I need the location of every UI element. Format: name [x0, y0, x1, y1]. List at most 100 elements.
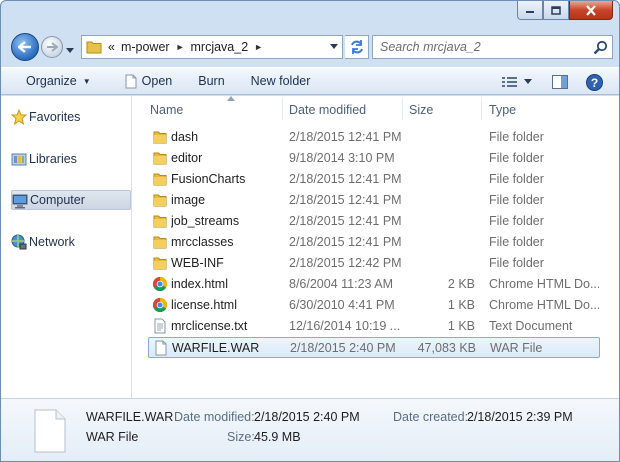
chrome-icon: [152, 276, 168, 292]
refresh-icon: [350, 40, 363, 54]
navigation-bar: « m-power ► mrcjava_2 ►: [9, 33, 613, 61]
column-header-label: Size: [409, 103, 434, 117]
change-view-button[interactable]: [502, 71, 518, 93]
recent-pages-button[interactable]: [66, 43, 74, 57]
refresh-button[interactable]: [345, 35, 369, 59]
column-header-label: Type: [489, 103, 517, 117]
file-name: image: [171, 193, 206, 207]
address-segment-m-power[interactable]: m-power: [121, 40, 170, 54]
maximize-button[interactable]: [543, 1, 569, 20]
details-modified-label: Date modified:: [174, 410, 255, 424]
file-date-modified: 12/16/2014 10:19 ...: [289, 319, 401, 333]
file-type: File folder: [489, 172, 544, 186]
blank-file-icon: [153, 340, 169, 356]
address-separator[interactable]: ►: [176, 42, 185, 52]
column-header-size[interactable]: Size: [409, 98, 479, 122]
close-button[interactable]: [569, 1, 613, 20]
details-created-label: Date created:: [393, 410, 469, 424]
maximize-icon: [551, 5, 561, 15]
file-name: license.html: [171, 298, 237, 312]
chevron-down-icon: [524, 79, 532, 84]
search-box[interactable]: [372, 35, 613, 59]
file-name: FusionCharts: [171, 172, 246, 186]
nav-item-libraries[interactable]: Libraries: [11, 149, 131, 169]
file-date-modified: 2/18/2015 12:41 PM: [289, 172, 401, 186]
organize-label: Organize: [26, 74, 77, 88]
burn-button[interactable]: Burn: [191, 70, 231, 92]
open-label: Open: [141, 74, 173, 88]
help-icon: ?: [586, 73, 603, 91]
file-type: File folder: [489, 256, 544, 270]
search-input[interactable]: [380, 40, 580, 54]
file-row-job-streams[interactable]: job_streams 2/18/2015 12:41 PM File folder: [148, 211, 600, 232]
minimize-button[interactable]: [517, 1, 543, 20]
details-view-icon: [502, 77, 517, 87]
column-divider[interactable]: [481, 98, 482, 120]
nav-item-favorites[interactable]: Favorites: [11, 107, 131, 127]
file-name: job_streams: [171, 214, 240, 228]
file-row-fusioncharts[interactable]: FusionCharts 2/18/2015 12:41 PM File folde…: [148, 169, 600, 190]
file-row-mrclicense-txt[interactable]: mrclicense.txt 12/16/2014 10:19 ... 1 KB Te…: [148, 316, 600, 337]
library-icon: [11, 153, 27, 166]
file-size: 1 KB: [447, 319, 475, 333]
text-file-icon: [152, 318, 168, 334]
file-row-editor[interactable]: editor 9/18/2014 3:10 PM File folder: [148, 148, 600, 169]
column-divider[interactable]: [282, 98, 283, 120]
file-name: WARFILE.WAR: [172, 341, 260, 355]
new-folder-button[interactable]: New folder: [244, 70, 318, 92]
folder-icon: [86, 41, 102, 54]
file-row-warfile-war[interactable]: WARFILE.WAR 2/18/2015 2:40 PM 47,083 KB WAR…: [148, 337, 600, 358]
details-size-label: Size:: [227, 430, 255, 444]
address-bar[interactable]: « m-power ► mrcjava_2 ►: [81, 35, 343, 59]
chevron-down-icon[interactable]: [330, 44, 338, 50]
file-row-mrcclasses[interactable]: mrcclasses 2/18/2015 12:41 PM File folder: [148, 232, 600, 253]
column-header-type[interactable]: Type: [489, 98, 599, 122]
organize-button[interactable]: Organize ▼: [19, 70, 98, 92]
file-type: File folder: [489, 214, 544, 228]
file-date-modified: 2/18/2015 2:40 PM: [290, 341, 396, 355]
details-file-type: WAR File: [86, 430, 139, 444]
folder-icon: [152, 255, 168, 271]
file-row-dash[interactable]: dash 2/18/2015 12:41 PM File folder: [148, 127, 600, 148]
close-icon: [586, 4, 596, 16]
column-header-name[interactable]: Name: [150, 96, 286, 122]
nav-item-label: Favorites: [29, 110, 81, 124]
minimize-icon: [526, 11, 534, 13]
file-type: Text Document: [489, 319, 573, 333]
file-name: mrclicense.txt: [171, 319, 248, 333]
column-header-label: Name: [150, 103, 184, 117]
column-header-date-modified[interactable]: Date modified: [289, 98, 401, 122]
file-name: WEB-INF: [171, 256, 224, 270]
address-segment-mrcjava-2[interactable]: mrcjava_2: [191, 40, 249, 54]
navigation-pane: Favorites Libraries Computer Network: [1, 96, 132, 398]
chevron-down-icon: ▼: [82, 76, 91, 86]
chrome-icon: [152, 297, 168, 313]
file-row-index-html[interactable]: index.html 8/6/2004 11:23 AM 2 KB Chrome HT…: [148, 274, 600, 295]
nav-item-label: Libraries: [29, 152, 77, 166]
file-row-image[interactable]: image 2/18/2015 12:41 PM File folder: [148, 190, 600, 211]
details-file-name: WARFILE.WAR: [86, 410, 174, 424]
preview-pane-icon: [552, 75, 568, 89]
details-pane: WARFILE.WAR WAR File Date modified: 2/18…: [1, 398, 619, 461]
nav-item-network[interactable]: Network: [11, 232, 131, 252]
file-row-license-html[interactable]: license.html 6/30/2010 4:41 PM 1 KB Chrome …: [148, 295, 600, 316]
address-separator[interactable]: ►: [254, 42, 263, 52]
help-button[interactable]: ?: [586, 71, 603, 93]
file-row-web-inf[interactable]: WEB-INF 2/18/2015 12:42 PM File folder: [148, 253, 600, 274]
file-type: Chrome HTML Do...: [489, 298, 599, 312]
more-views-button[interactable]: [524, 71, 532, 93]
chevron-down-icon: [66, 48, 74, 53]
forward-arrow-icon: [47, 42, 58, 52]
preview-pane-button[interactable]: [552, 71, 568, 93]
search-icon[interactable]: [593, 40, 608, 55]
open-button[interactable]: Open: [118, 70, 180, 92]
column-divider[interactable]: [402, 98, 403, 120]
back-button[interactable]: [11, 33, 39, 61]
nav-item-computer[interactable]: Computer: [11, 190, 131, 210]
folder-icon: [152, 171, 168, 187]
file-date-modified: 2/18/2015 12:41 PM: [289, 214, 401, 228]
file-type: File folder: [489, 151, 544, 165]
file-name: index.html: [171, 277, 228, 291]
address-overflow[interactable]: «: [108, 40, 115, 54]
forward-button[interactable]: [41, 36, 63, 58]
